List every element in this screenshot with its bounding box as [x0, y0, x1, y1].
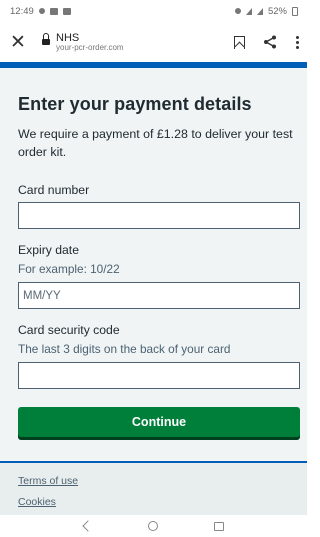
status-left: 12:49 — [10, 6, 71, 17]
cookies-link[interactable]: Cookies — [18, 496, 289, 508]
status-right: 52% — [234, 5, 298, 17]
lock-icon — [42, 33, 50, 46]
browser-toolbar: ✕ NHS your-pcr-order.com — [0, 22, 307, 62]
site-url: your-pcr-order.com — [56, 42, 124, 52]
bookmark-icon[interactable] — [234, 35, 245, 49]
battery-icon — [292, 6, 298, 16]
security-code-label: Card security code — [18, 323, 120, 337]
terms-of-use-link[interactable]: Terms of use — [18, 475, 289, 487]
share-icon[interactable] — [263, 35, 277, 49]
more-vert-icon[interactable] — [295, 35, 299, 49]
status-bar: 12:49 52% — [0, 0, 307, 22]
payment-form: Enter your payment details We require a … — [0, 68, 307, 461]
close-icon[interactable]: ✕ — [6, 30, 30, 54]
expiry-date-hint: For example: 10/22 — [18, 262, 120, 276]
continue-button[interactable]: Continue — [18, 407, 300, 437]
notification-image-icon — [62, 7, 71, 15]
nav-home-icon[interactable] — [147, 521, 158, 531]
security-code-input[interactable] — [18, 362, 300, 389]
nav-back-icon[interactable] — [81, 520, 94, 532]
card-number-label: Card number — [18, 183, 90, 197]
security-code-hint: The last 3 digits on the back of your ca… — [18, 342, 231, 356]
security-code-group: Card security code The last 3 digits on … — [18, 323, 300, 389]
card-number-group: Card number — [18, 183, 300, 229]
system-nav-bar — [0, 515, 307, 537]
payment-intro: We require a payment of £1.28 to deliver… — [18, 127, 293, 159]
url-text: NHS your-pcr-order.com — [56, 32, 124, 53]
url-block[interactable]: NHS your-pcr-order.com — [42, 32, 234, 53]
site-name: NHS — [56, 31, 80, 44]
expiry-date-label: Expiry date — [18, 243, 79, 257]
notification-message-icon — [49, 7, 58, 15]
card-number-input[interactable] — [18, 202, 300, 229]
expiry-date-input[interactable] — [18, 282, 300, 309]
nav-recent-apps-icon[interactable] — [213, 521, 224, 531]
status-time: 12:49 — [10, 5, 34, 17]
wifi-icon — [245, 7, 252, 15]
page-title: Enter your payment details — [18, 94, 252, 114]
browser-actions — [234, 35, 299, 49]
notification-dot-icon — [38, 8, 45, 14]
battery-level: 52% — [267, 5, 287, 17]
alarm-icon — [234, 8, 241, 14]
expiry-date-group: Expiry date For example: 10/22 — [18, 243, 300, 309]
signal-icon — [256, 7, 263, 15]
